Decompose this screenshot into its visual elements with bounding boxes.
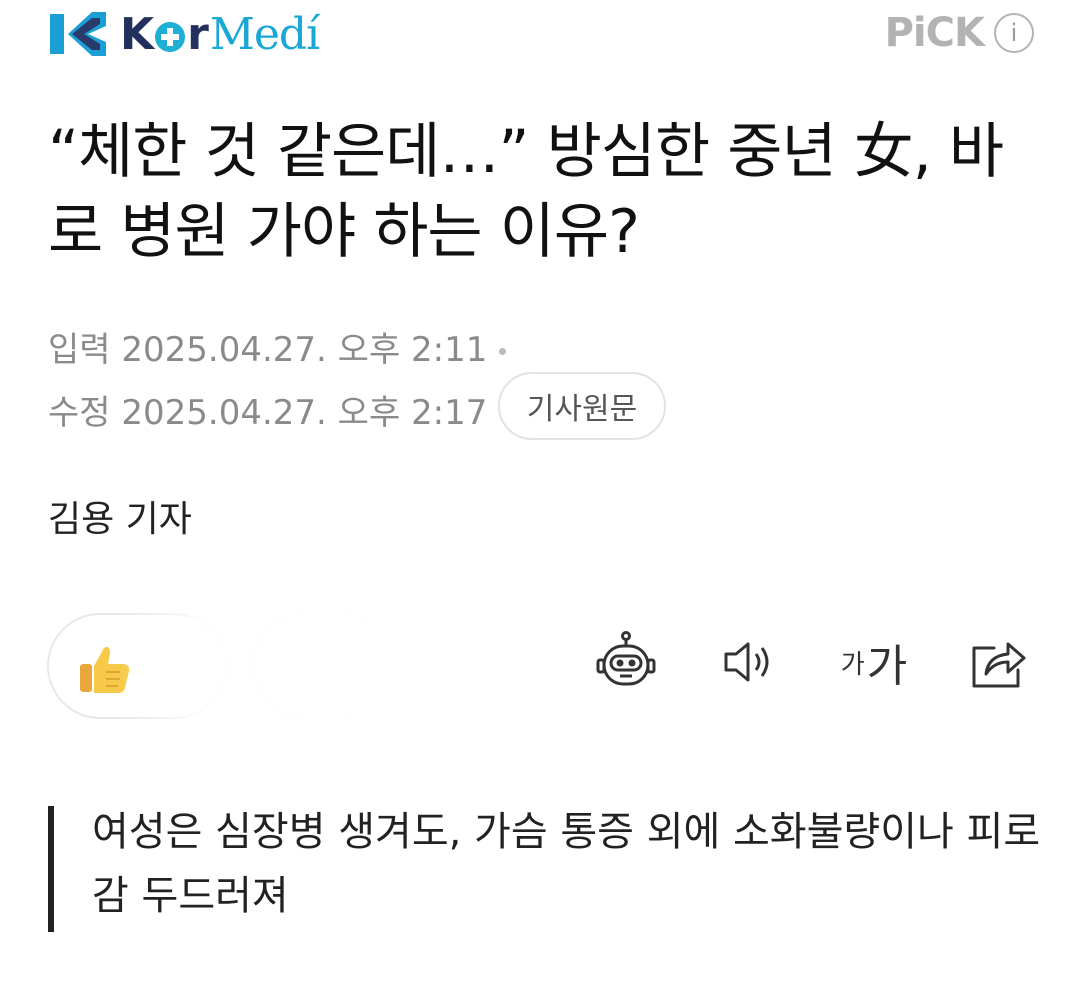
quote-bar — [48, 806, 54, 932]
speaker-icon — [724, 642, 769, 682]
site-header: K r Medí PiCK i — [48, 0, 1038, 70]
summary-bot-button[interactable] — [594, 630, 658, 694]
brand-medi: Medí — [209, 8, 320, 60]
font-size-button[interactable]: 가가 — [834, 630, 914, 694]
share-button[interactable] — [966, 630, 1030, 694]
brand-k: K — [120, 8, 154, 60]
pick-badge[interactable]: PiCK i — [885, 10, 1034, 56]
brand-r: r — [187, 8, 209, 60]
published-time: 2025.04.27. 오후 2:11 — [121, 330, 488, 370]
comment-button[interactable] — [252, 613, 392, 719]
thumbs-up-icon — [80, 646, 130, 693]
published-date: 입력 2025.04.27. 오후 2:11 — [48, 322, 507, 371]
info-icon[interactable]: i — [994, 13, 1034, 53]
article-title: “체한 것 같은데…” 방심한 중년 女, 바로 병원 가야 하는 이유? — [48, 117, 1004, 267]
font-small-glyph: 가 — [840, 649, 865, 680]
published-label: 입력 — [48, 330, 111, 370]
robot-icon — [596, 631, 656, 686]
modified-time: 2025.04.27. 오후 2:17 — [121, 393, 488, 433]
quote-text: 여성은 심장병 생겨도, 가슴 통증 외에 소화불량이나 피로감 두드러져 — [92, 809, 1041, 919]
font-big-glyph: 가 — [866, 641, 908, 692]
original-article-button[interactable]: 기사원문 — [498, 372, 666, 440]
tts-button[interactable] — [718, 630, 782, 694]
kormedi-logo[interactable]: K r Medí — [48, 4, 320, 64]
kormedi-logo-mark — [50, 12, 106, 56]
kormedi-wordmark: K r Medí — [120, 8, 320, 60]
separator-dot — [499, 348, 507, 355]
pick-label: PiCK — [884, 10, 985, 56]
plus-icon — [155, 22, 186, 52]
article-summary-quote: 여성은 심장병 생겨도, 가슴 통증 외에 소화불량이나 피로감 두드러져 — [48, 806, 1040, 932]
modified-label: 수정 — [48, 393, 111, 433]
reporter-name[interactable]: 김용 기자 — [48, 490, 192, 542]
share-icon — [972, 642, 1026, 688]
reaction-button[interactable] — [47, 613, 227, 719]
modified-date: 수정 2025.04.27. 오후 2:17 — [48, 385, 487, 434]
